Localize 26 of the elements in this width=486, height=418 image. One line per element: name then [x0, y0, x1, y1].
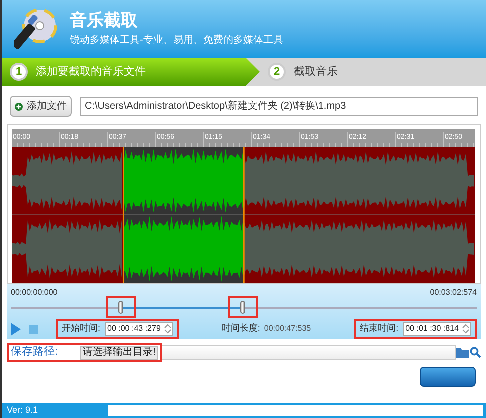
time-label: 时间长度:	[222, 322, 260, 336]
save-path-label: 保存路径:	[11, 345, 58, 360]
version-label: Ver: 9.1	[6, 404, 40, 417]
spinner-icon[interactable]	[164, 323, 172, 335]
disc-icon	[14, 9, 58, 49]
duration-value: 00:00:47:535	[264, 323, 312, 335]
step-tab[interactable]: 2 截取音乐	[260, 58, 362, 86]
folder-icon[interactable]	[456, 347, 469, 358]
time-label: 开始时间:	[62, 322, 101, 336]
add-file-button[interactable]: 添加文件	[10, 96, 72, 117]
slider-handle[interactable]	[118, 301, 124, 314]
highlight-frame	[228, 296, 258, 318]
action-button[interactable]	[420, 367, 476, 387]
app-subtitle: 锐动多媒体工具-专业、易用、免费的多媒体工具	[70, 35, 284, 47]
spinner-icon[interactable]	[462, 323, 470, 335]
file-path-field[interactable]: C:\Users\Administrator\Desktop\新建文件夹 (2)\转换\1.mp3	[80, 97, 478, 116]
time-field[interactable]: 00 :01 :30 :814	[402, 322, 471, 336]
time-field[interactable]: 00 :00 :43 :279	[104, 322, 173, 336]
range-end-time: 00:03:02:574	[430, 287, 477, 299]
time-label: 结束时间:	[360, 322, 399, 336]
search-icon[interactable]	[470, 347, 481, 358]
range-start-time: 00:00:00:000	[11, 287, 58, 299]
play-icon[interactable]	[11, 322, 21, 336]
save-path-field[interactable]: 请选择输出目录!	[80, 346, 158, 360]
slider-handle[interactable]	[240, 301, 246, 314]
app-title: 音乐截取	[70, 11, 139, 31]
